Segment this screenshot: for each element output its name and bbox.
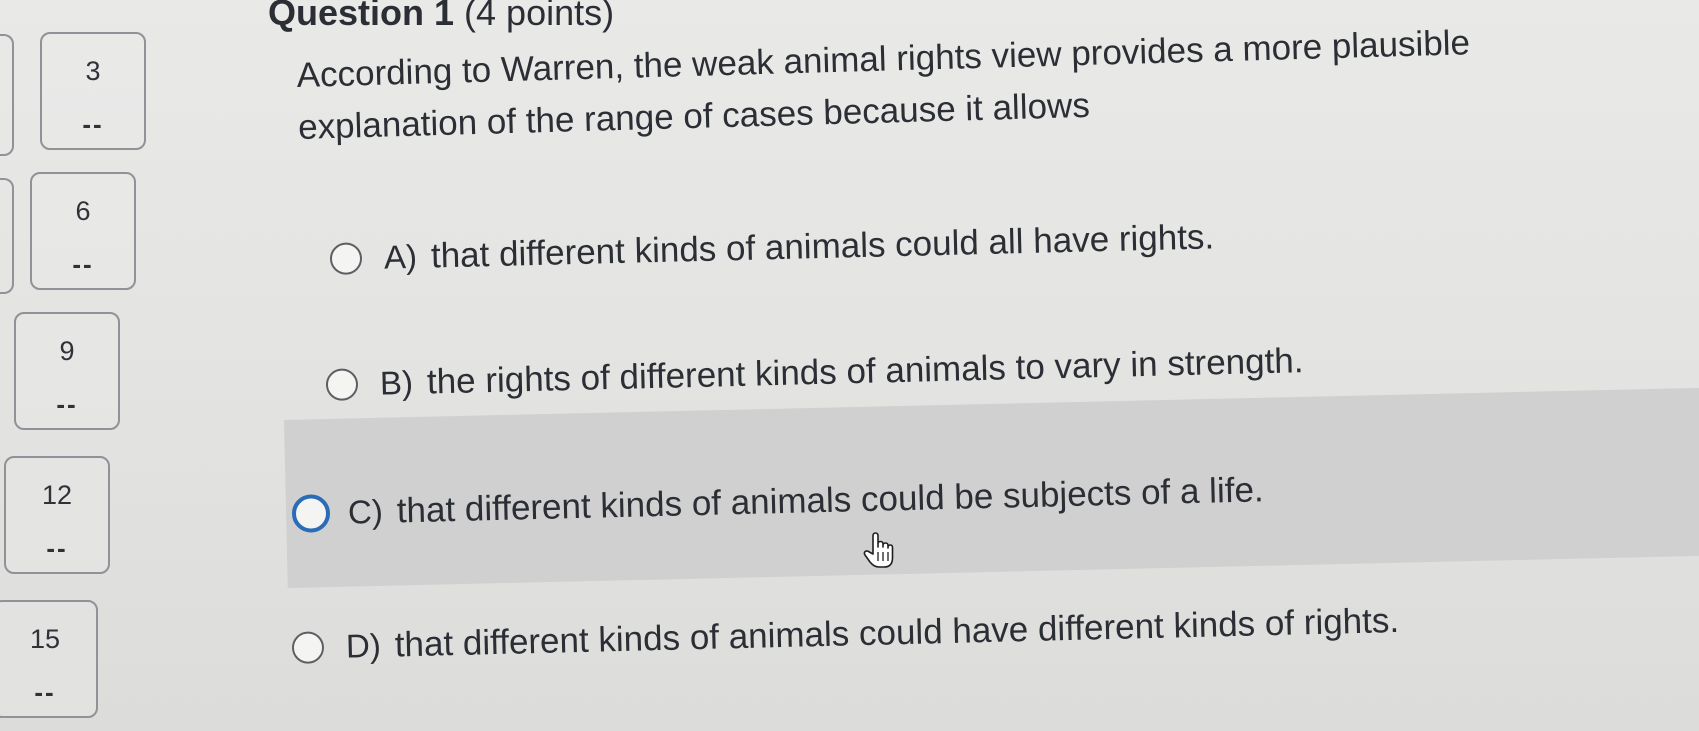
radio-button-d[interactable] [291, 631, 325, 664]
question-number: Question 1 [268, 0, 455, 33]
choice-letter: D) [345, 626, 382, 665]
hand-pointer-icon [863, 532, 894, 568]
choice-letter: C) [347, 492, 384, 531]
question-nav-tile[interactable]: 9 -- [14, 312, 120, 430]
question-nav-number: 3 [85, 56, 101, 86]
choice-text: that different kinds of animals could al… [430, 217, 1215, 276]
question-nav-tile[interactable]: 6 -- [30, 172, 136, 290]
question-prompt: According to Warren, the weak animal rig… [296, 23, 1471, 147]
question-nav-status: -- [72, 249, 94, 279]
question-points: (4 points) [464, 0, 615, 33]
answer-choice-d[interactable]: D) that different kinds of animals could… [291, 600, 1400, 668]
question-nav-status: -- [82, 109, 104, 139]
radio-button-c[interactable] [291, 494, 331, 533]
question-nav-number: 9 [59, 336, 75, 366]
question-nav-tile[interactable]: 15 -- [0, 600, 98, 718]
question-nav-tile[interactable]: 12 -- [4, 456, 110, 574]
question-nav-number: 15 [29, 624, 61, 654]
question-title: Question 1 (4 points) [268, 0, 614, 34]
answer-choice-a[interactable]: A) that different kinds of animals could… [329, 217, 1215, 279]
question-nav-number: 6 [75, 196, 91, 226]
nav-edge-previous [0, 34, 14, 156]
question-nav-status: -- [46, 533, 68, 563]
question-nav-status: -- [56, 389, 78, 419]
question-nav-status: -- [34, 677, 56, 707]
choice-text: that different kinds of animals could ha… [394, 600, 1400, 665]
choice-text: the rights of different kinds of animals… [426, 341, 1304, 402]
choice-letter: A) [383, 237, 418, 276]
radio-button-a[interactable] [329, 242, 363, 275]
question-nav-tile[interactable]: 3 -- [40, 32, 146, 150]
choice-letter: B) [379, 363, 414, 402]
answer-choice-b[interactable]: B) the rights of different kinds of anim… [325, 341, 1304, 405]
nav-edge-previous [0, 178, 14, 294]
radio-button-b[interactable] [325, 368, 359, 401]
question-nav-number: 12 [41, 480, 73, 510]
